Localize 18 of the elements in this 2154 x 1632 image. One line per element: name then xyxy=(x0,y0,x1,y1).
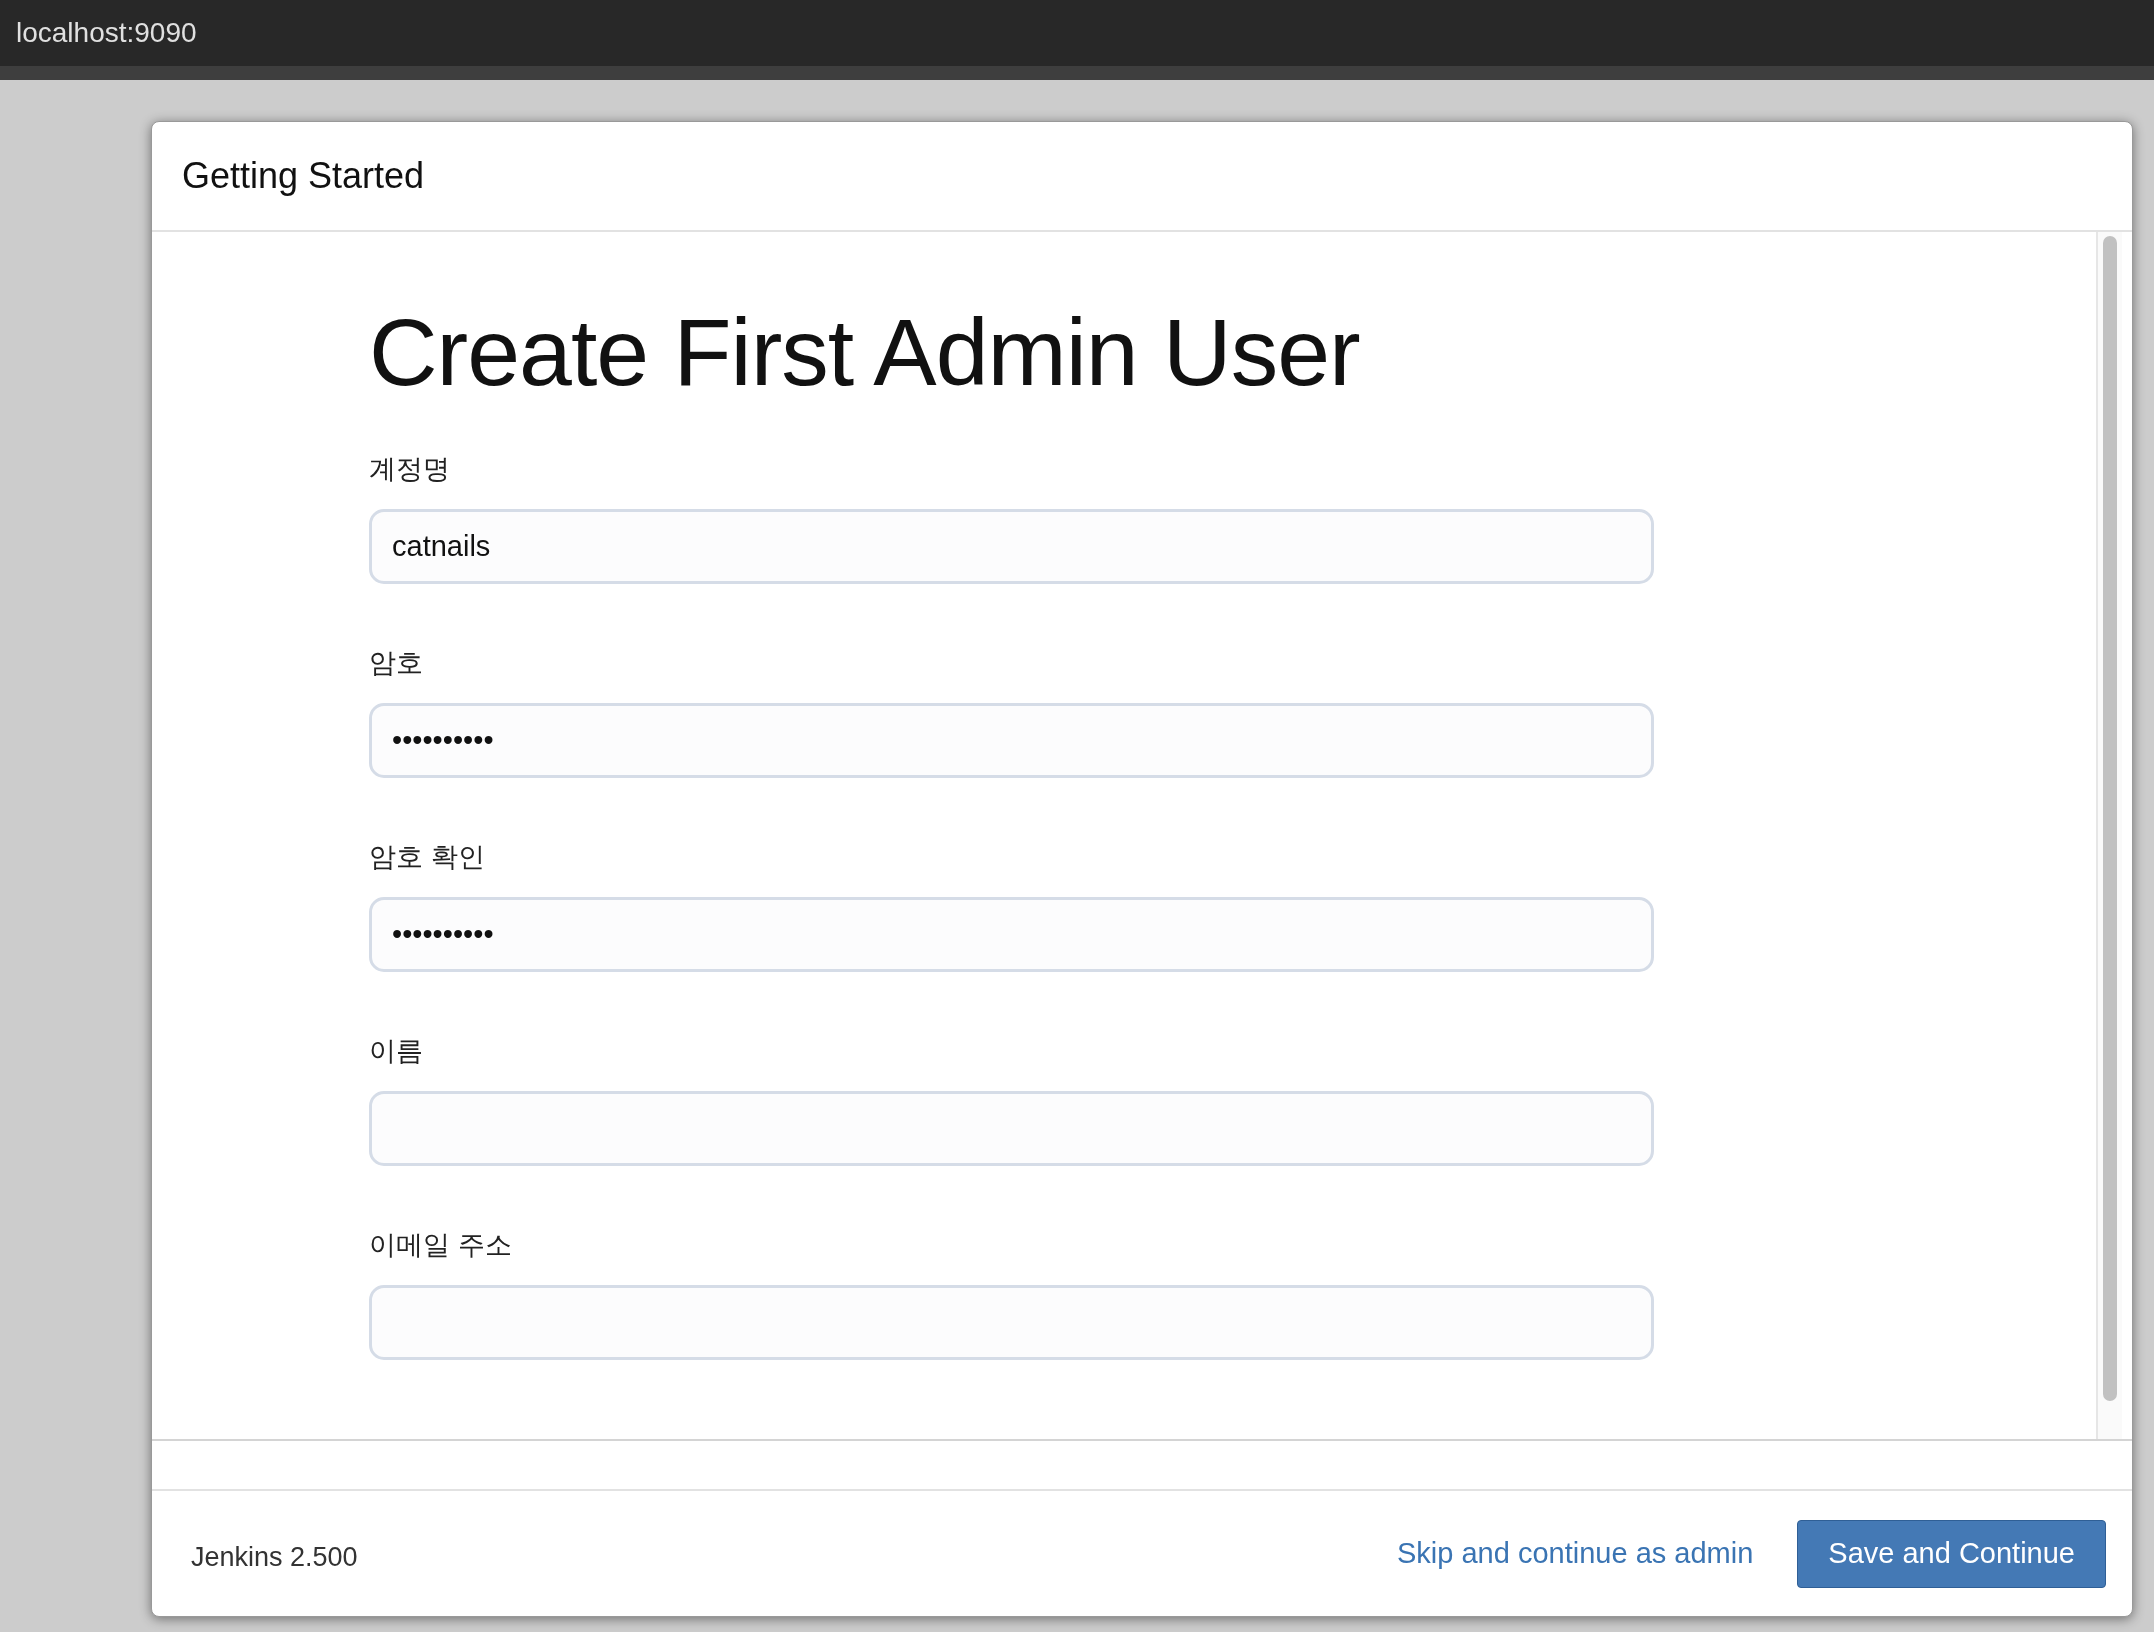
field-label: 암호 xyxy=(369,647,424,680)
input-field[interactable] xyxy=(369,1285,1654,1360)
page-heading: Create First Admin User xyxy=(369,298,1361,407)
field-label: 계정명 xyxy=(369,453,451,486)
save-button[interactable]: Save and Continue xyxy=(1797,1519,2106,1588)
scrollbar-thumb[interactable] xyxy=(2103,236,2117,1401)
input-field[interactable]: •••••••••• xyxy=(369,897,1654,972)
input-field[interactable]: •••••••••• xyxy=(369,703,1654,778)
input-field[interactable]: catnails xyxy=(369,509,1654,584)
address-text: localhost:9090 xyxy=(16,17,197,49)
dialog-title: Getting Started xyxy=(182,155,425,197)
field-label: 이름 xyxy=(369,1035,424,1068)
skip-link[interactable]: Skip and continue as admin xyxy=(1397,1537,1754,1570)
scrollbar[interactable] xyxy=(2096,232,2122,1439)
field-label: 이메일 주소 xyxy=(369,1229,513,1262)
field-label: 암호 확인 xyxy=(369,841,486,874)
input-field[interactable] xyxy=(369,1091,1654,1166)
version-text: Jenkins 2.500 xyxy=(191,1542,358,1573)
